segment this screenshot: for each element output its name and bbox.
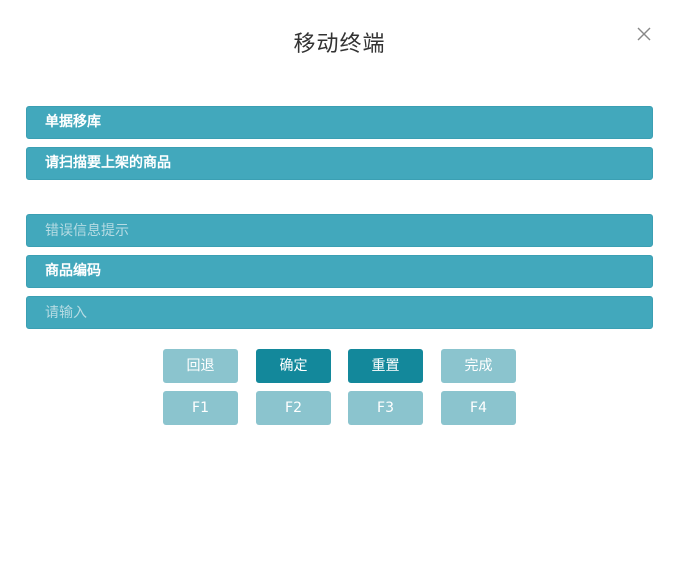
f3-button[interactable]: F3 (348, 391, 423, 425)
back-button[interactable]: 回退 (163, 349, 238, 383)
close-button[interactable] (636, 26, 652, 42)
product-code-label: 商品编码 (26, 255, 653, 288)
product-code-input[interactable] (26, 296, 653, 329)
f1-button[interactable]: F1 (163, 391, 238, 425)
close-icon[interactable] (636, 26, 652, 42)
move-document-label: 单据移库 (26, 106, 653, 139)
dialog-title: 移动终端 (293, 32, 386, 57)
confirm-button[interactable]: 确定 (256, 349, 331, 383)
finish-button[interactable]: 完成 (441, 349, 516, 383)
f4-button[interactable]: F4 (441, 391, 516, 425)
reset-button[interactable]: 重置 (348, 349, 423, 383)
f2-button[interactable]: F2 (256, 391, 331, 425)
error-message-field (26, 214, 653, 247)
scan-prompt-label: 请扫描要上架的商品 (26, 147, 653, 180)
mobile-terminal-dialog: 移动终端 单据移库 请扫描要上架的商品 商品编码 回退 确定 重置 完成 F1 … (0, 0, 679, 574)
